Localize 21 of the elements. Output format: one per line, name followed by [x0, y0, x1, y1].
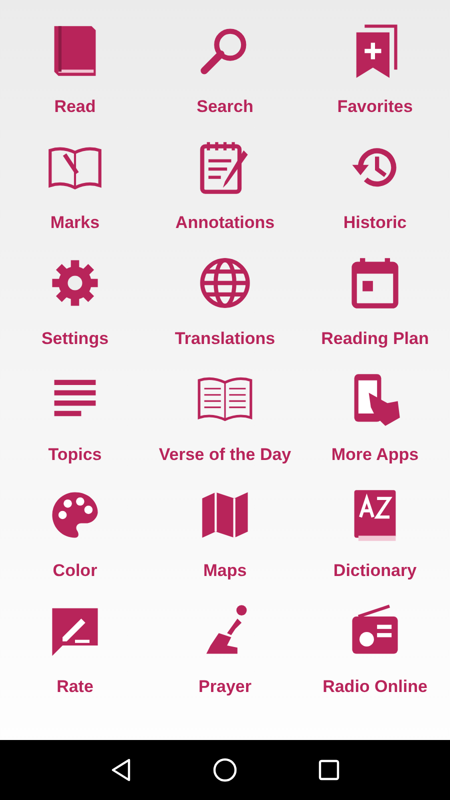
- menu-label[interactable]: Marks: [50, 210, 100, 236]
- menu-label[interactable]: Rate: [56, 674, 94, 700]
- menu-label[interactable]: Settings: [41, 326, 109, 352]
- menu-label[interactable]: Favorites: [337, 94, 413, 120]
- menu-label[interactable]: Reading Plan: [321, 326, 429, 352]
- menu-label[interactable]: More Apps: [331, 442, 419, 468]
- menu-label[interactable]: Color: [52, 558, 98, 584]
- menu-label[interactable]: Prayer: [198, 674, 252, 700]
- menu-label[interactable]: Topics: [48, 442, 102, 468]
- menu-label[interactable]: Radio Online: [322, 674, 428, 700]
- menu-label[interactable]: Maps: [203, 558, 247, 584]
- menu-label[interactable]: Historic: [343, 210, 407, 236]
- menu-label[interactable]: Search: [196, 94, 254, 120]
- recents-icon[interactable]: [318, 759, 340, 781]
- menu-label[interactable]: Read: [54, 94, 96, 120]
- home-icon[interactable]: [212, 757, 238, 783]
- back-icon[interactable]: [110, 758, 132, 782]
- menu-label[interactable]: Verse of the Day: [158, 442, 292, 468]
- menu-label[interactable]: Translations: [174, 326, 276, 352]
- menu-label[interactable]: Dictionary: [333, 558, 417, 584]
- menu-label[interactable]: Annotations: [175, 210, 275, 236]
